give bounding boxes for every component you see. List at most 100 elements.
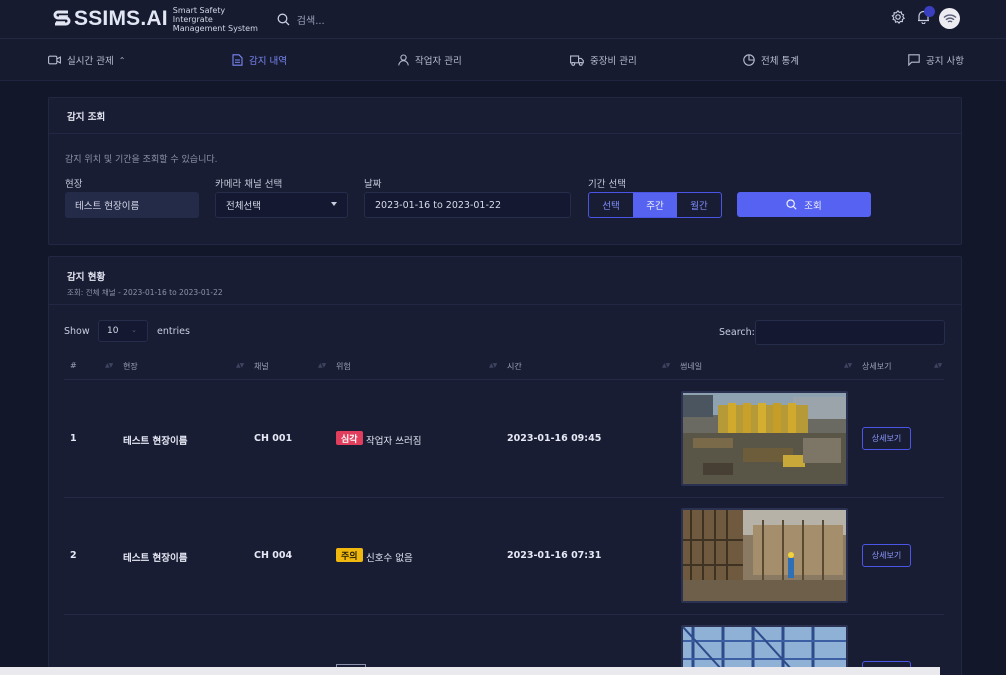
settings-button[interactable] [891,9,906,27]
period-option-select[interactable]: 선택 [589,193,633,217]
detail-button[interactable]: 상세보기 [862,544,911,567]
column-header-risk[interactable]: 위험 [336,361,351,372]
camera-icon [48,55,61,65]
horizontal-scrollbar[interactable] [0,667,940,675]
row-divider [64,614,944,615]
logo-subtitle: Smart Safety Intergrate Management Syste… [173,6,265,33]
thumbnail-image[interactable] [681,508,848,603]
document-icon [232,54,243,66]
row-event: 작업자 쓰러짐 [366,436,422,447]
row-channel: CH 001 [254,433,293,444]
top-right-actions [879,6,960,29]
gear-icon [891,9,906,24]
date-label: 날짜 [364,179,382,190]
search-button[interactable]: 조회 [737,192,871,217]
column-header-time[interactable]: 시간 [507,361,522,372]
chevron-down-icon: ⌄ [131,326,137,334]
table-search-label: Search: [719,327,755,338]
filter-description: 감지 위치 및 기간을 조회할 수 있습니다. [65,155,218,165]
show-label: Show [64,326,90,337]
top-bar: SSIMS.AI Smart Safety Intergrate Managem… [0,0,1006,39]
app-logo[interactable]: SSIMS.AI Smart Safety Intergrate Managem… [52,6,265,33]
header-divider [64,379,944,380]
nav-label: 중장비 관리 [590,56,637,67]
column-header-detail[interactable]: 상세보기 [862,361,891,372]
chevron-up-icon: ⌃ [118,55,126,65]
period-label: 기간 선택 [588,179,626,190]
nav-label: 작업자 관리 [415,56,462,67]
nav-label: 감지 내역 [249,56,287,67]
thumbnail-image[interactable] [681,391,848,486]
nav-label: 공지 사항 [926,56,964,67]
nav-item-equipment-management[interactable]: 중장비 관리 [570,39,637,81]
truck-icon [570,54,584,66]
entries-select-value: 10 [107,326,119,336]
nav-item-statistics[interactable]: 전체 통계 [743,39,799,81]
period-option-monthly[interactable]: 월간 [677,193,721,217]
entries-select[interactable]: 10 ⌄ [98,320,148,342]
logo-subtitle-line1: Smart Safety Intergrate [172,5,226,24]
column-header-thumbnail[interactable]: 썸네일 [680,361,702,372]
period-option-weekly[interactable]: 주간 [633,193,677,217]
sort-icon: ▲▼ [105,362,113,369]
risk-badge: 심각 [336,431,363,445]
row-event: 신호수 없음 [366,553,413,564]
logo-text: SSIMS.AI [74,7,168,30]
search-icon [277,13,290,25]
row-channel: CH 004 [254,550,293,561]
nav-item-worker-management[interactable]: 작업자 관리 [398,39,462,81]
channel-label: 카메라 채널 선택 [215,179,283,190]
global-search-input[interactable]: 검색... [297,12,325,27]
channel-select[interactable]: 전체선택 [215,192,348,218]
status-card-header: 감지 현황 조회: 전체 채널 - 2023-01-16 to 2023-01-… [49,257,961,305]
search-button-label: 조회 [804,200,822,212]
row-number: 1 [70,433,77,444]
logo-mark-icon [53,10,71,26]
filter-card-title: 감지 조회 [67,111,106,123]
entries-label: entries [157,326,190,337]
status-card-title: 감지 현황 [67,272,106,283]
nav-label: 전체 통계 [761,56,799,67]
notifications-button[interactable] [917,6,935,27]
sort-icon: ▲▼ [489,362,497,369]
table-search-input[interactable] [755,320,945,345]
sort-icon: ▲▼ [844,362,852,369]
logo-subtitle-line2: Management System [172,23,258,33]
row-time: 2023-01-16 09:45 [507,433,602,444]
notification-badge [924,6,935,17]
row-site: 테스트 현장이름 [123,553,188,564]
filter-card-header: 감지 조회 [49,98,961,134]
date-range-input[interactable]: 2023-01-16 to 2023-01-22 [364,192,571,218]
risk-badge: 주의 [336,548,363,562]
sort-icon: ▲▼ [236,362,244,369]
thumbnail-image[interactable] [681,625,848,669]
row-divider [64,497,944,498]
search-icon [786,199,797,210]
column-header-channel[interactable]: 채널 [254,361,269,372]
nav-item-live-monitoring[interactable]: 실시간 관제 ⌃ [48,39,125,81]
message-icon [908,54,920,66]
site-field[interactable]: 테스트 현장이름 [65,192,199,218]
column-header-number[interactable]: # [70,361,77,370]
period-toggle: 선택 주간 월간 [588,192,722,218]
user-icon [398,54,409,66]
nav-label: 실시간 관제 [67,56,114,67]
pie-chart-icon [743,54,755,66]
sort-icon: ▲▼ [662,362,670,369]
sort-icon: ▲▼ [934,362,942,369]
filter-card: 감지 조회 감지 위치 및 기간을 조회할 수 있습니다. 현장 테스트 현장이… [48,97,962,245]
nav-item-detection-history[interactable]: 감지 내역 [232,39,287,81]
column-header-site[interactable]: 현장 [123,361,138,372]
row-number: 2 [70,550,77,561]
sort-icon: ▲▼ [318,362,326,369]
main-nav: 실시간 관제 ⌃ 감지 내역 작업자 관리 중장비 관리 전체 통계 공지 사항 [0,39,1006,81]
nav-item-notices[interactable]: 공지 사항 [908,39,964,81]
detail-button[interactable]: 상세보기 [862,427,911,450]
row-site: 테스트 현장이름 [123,436,188,447]
global-search[interactable]: 검색... [277,12,325,27]
avatar[interactable] [939,8,960,29]
caret-down-icon [331,202,337,206]
channel-select-value: 전체선택 [226,201,261,212]
status-card-subtitle: 조회: 전체 채널 - 2023-01-16 to 2023-01-22 [67,288,223,297]
site-label: 현장 [65,179,83,190]
